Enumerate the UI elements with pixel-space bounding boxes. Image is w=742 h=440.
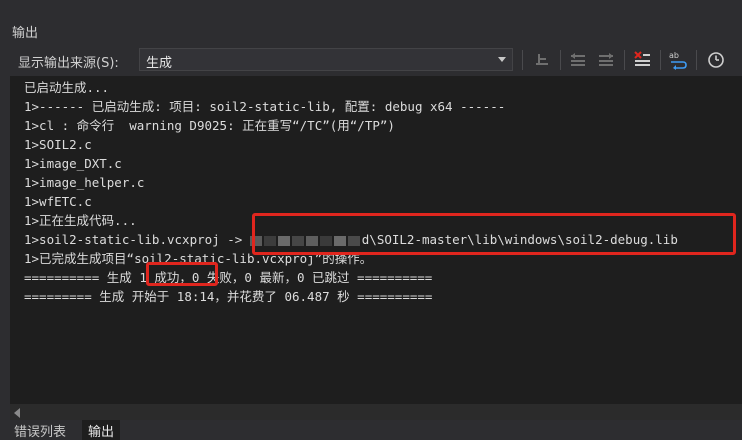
tab-output[interactable]: 输出 — [82, 420, 121, 440]
left-gutter — [0, 76, 10, 420]
output-line: 1>正在生成代码... — [24, 213, 137, 228]
output-line-prefix: 1>soil2-static-lib.vcxproj -> — [24, 232, 250, 247]
tab-error-list[interactable]: 错误列表 — [8, 420, 72, 440]
output-line: 1>image_DXT.c — [24, 156, 122, 171]
clear-all-icon — [634, 51, 650, 66]
output-line: 1>cl : 命令行 warning D9025: 正在重写“/TC”(用“/T… — [24, 118, 395, 133]
highlight-box-success — [146, 262, 218, 286]
panel-title: 输出 — [12, 26, 39, 41]
output-source-dropdown[interactable]: 生成 — [139, 48, 513, 71]
toolbar-separator — [522, 50, 523, 70]
toolbar-separator — [624, 50, 625, 70]
find-message-button[interactable] — [530, 48, 554, 72]
scroll-left-icon[interactable] — [14, 408, 20, 418]
highlight-box-path — [252, 213, 736, 255]
word-wrap-icon: ab — [669, 51, 687, 70]
word-wrap-button[interactable]: ab — [666, 48, 690, 72]
output-line-prefix: ========== 生成 — [24, 270, 140, 285]
find-message-icon — [536, 54, 548, 65]
output-line: ========= 生成 开始于 18:14，并花费了 06.487 秒 ===… — [24, 289, 433, 304]
toolbar-separator — [560, 50, 561, 70]
horizontal-scrollbar[interactable] — [10, 404, 742, 420]
clock-icon — [708, 52, 724, 68]
output-window: 输出 显示输出来源(S): 生成 ab 已启动生成... 1>------ 已启… — [0, 0, 742, 440]
go-to-previous-button[interactable] — [566, 48, 590, 72]
toolbar-separator — [660, 50, 661, 70]
chevron-down-icon[interactable] — [498, 57, 506, 62]
go-to-next-icon — [599, 53, 613, 66]
go-to-previous-icon — [571, 53, 585, 66]
toolbar-separator — [696, 50, 697, 70]
panel-title-bar: 输出 — [0, 0, 742, 44]
clock-button[interactable] — [704, 48, 728, 72]
output-line: 已启动生成... — [24, 80, 110, 95]
clear-all-button[interactable] — [630, 48, 654, 72]
output-line: ========== 生成 1 成功，0 失败，0 最新，0 已跳过 =====… — [24, 268, 432, 287]
output-line: 1>------ 已启动生成: 项目: soil2-static-lib, 配置… — [24, 99, 506, 114]
bottom-tab-bar: 错误列表 输出 — [0, 420, 742, 440]
output-line: 1>wfETC.c — [24, 194, 92, 209]
output-line: 1>SOIL2.c — [24, 137, 92, 152]
svg-text:ab: ab — [669, 51, 679, 60]
show-output-from-label: 显示输出来源(S): — [18, 56, 119, 71]
output-source-value: 生成 — [146, 56, 173, 71]
output-line: 1>image_helper.c — [24, 175, 145, 190]
go-to-next-button[interactable] — [594, 48, 618, 72]
